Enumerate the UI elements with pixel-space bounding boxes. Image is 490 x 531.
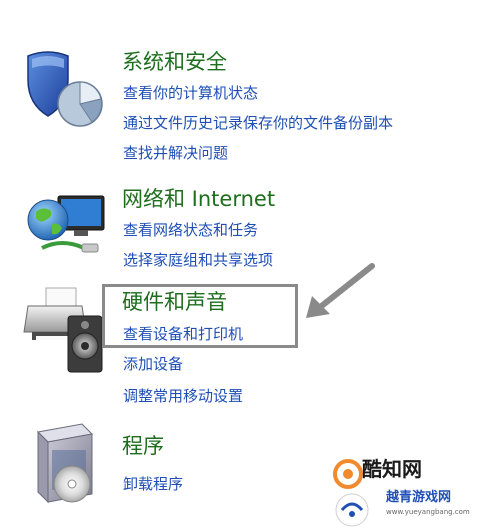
programs-box-icon[interactable]	[30, 422, 108, 512]
link-view-computer-status[interactable]: 查看你的计算机状态	[123, 86, 258, 101]
link-add-device[interactable]: 添加设备	[123, 357, 183, 372]
watermark-main-text: 酷知网	[362, 457, 422, 481]
category-title-network-internet[interactable]: 网络和 Internet	[122, 189, 275, 210]
control-panel-categories: 系统和安全 查看你的计算机状态 通过文件历史记录保存你的文件备份副本 查找并解决…	[0, 0, 490, 531]
category-title-hardware-sound[interactable]: 硬件和声音	[122, 292, 227, 313]
link-devices-printers[interactable]: 查看设备和打印机	[123, 327, 243, 342]
link-mobility-settings[interactable]: 调整常用移动设置	[123, 389, 243, 404]
printer-speaker-icon[interactable]	[22, 286, 108, 380]
watermark-url: www.yueyangbang.com	[386, 508, 470, 516]
category-title-programs[interactable]: 程序	[122, 436, 164, 457]
link-file-history-backup[interactable]: 通过文件历史记录保存你的文件备份副本	[123, 116, 393, 131]
link-troubleshoot[interactable]: 查找并解决问题	[123, 146, 228, 161]
watermark-sub-text: 越青游戏网	[386, 490, 452, 505]
link-homegroup-sharing[interactable]: 选择家庭组和共享选项	[123, 253, 273, 268]
globe-network-icon[interactable]	[22, 186, 110, 270]
link-view-network-status[interactable]: 查看网络状态和任务	[123, 223, 258, 238]
link-uninstall-program[interactable]: 卸载程序	[123, 477, 183, 492]
shield-pie-chart-icon[interactable]	[22, 46, 106, 134]
category-title-system-security[interactable]: 系统和安全	[122, 52, 227, 73]
pointer-arrow-icon	[300, 262, 376, 328]
